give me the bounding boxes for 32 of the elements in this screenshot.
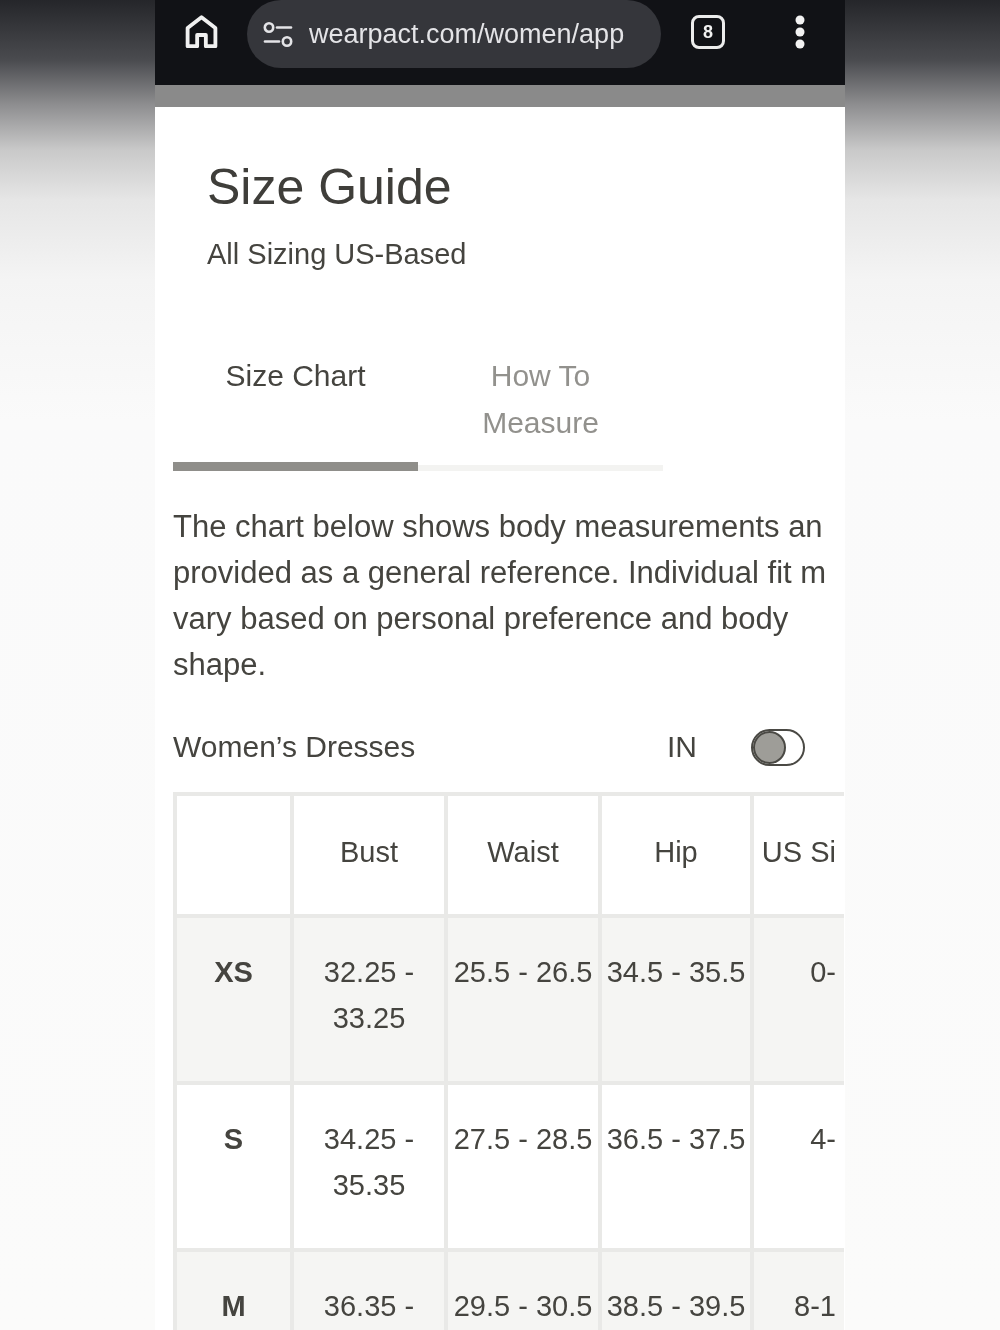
column-header: Hip <box>602 796 750 914</box>
column-header: US Si <box>754 796 844 914</box>
tab-switcher-button[interactable]: 8 <box>691 15 725 49</box>
table-cell: 34.25 - 35.35 <box>294 1085 444 1248</box>
size-label-cell: S <box>177 1085 290 1248</box>
table-cell: 36.35 - <box>294 1252 444 1330</box>
table-cell: 27.5 - 28.5 <box>448 1085 598 1248</box>
column-header: Waist <box>448 796 598 914</box>
category-label: Women’s Dresses <box>173 729 416 765</box>
table-cell: 36.5 - 37.5 <box>602 1085 750 1248</box>
more-options-icon[interactable] <box>794 15 806 49</box>
table-cell: 4- <box>754 1085 844 1248</box>
unit-label: IN <box>667 729 697 765</box>
address-bar[interactable]: wearpact.com/women/app <box>247 0 661 68</box>
unit-toggle[interactable] <box>751 728 805 766</box>
url-text: wearpact.com/women/app <box>309 18 625 51</box>
table-cell: 25.5 - 26.5 <box>448 918 598 1081</box>
table-cell: 0- <box>754 918 844 1081</box>
size-label-cell: M <box>177 1252 290 1330</box>
page-title: Size Guide <box>207 158 452 217</box>
site-settings-icon[interactable] <box>263 21 293 47</box>
table-cell: 32.25 - 33.25 <box>294 918 444 1081</box>
table-cell: 29.5 - 30.5 <box>448 1252 598 1330</box>
page-subtitle: All Sizing US-Based <box>207 237 467 272</box>
intro-paragraph: The chart below shows body measurements an provided as a general reference. Individual fit m vary based on personal preference and body shape. <box>173 508 827 684</box>
table-cell: 8-1 <box>754 1252 844 1330</box>
column-header: Bust <box>294 796 444 914</box>
home-icon[interactable] <box>185 15 218 48</box>
tab[interactable]: Size Chart <box>173 352 418 471</box>
size-label-cell: XS <box>177 918 290 1081</box>
table-cell: 34.5 - 35.5 <box>602 918 750 1081</box>
table-cell: 38.5 - 39.5 <box>602 1252 750 1330</box>
